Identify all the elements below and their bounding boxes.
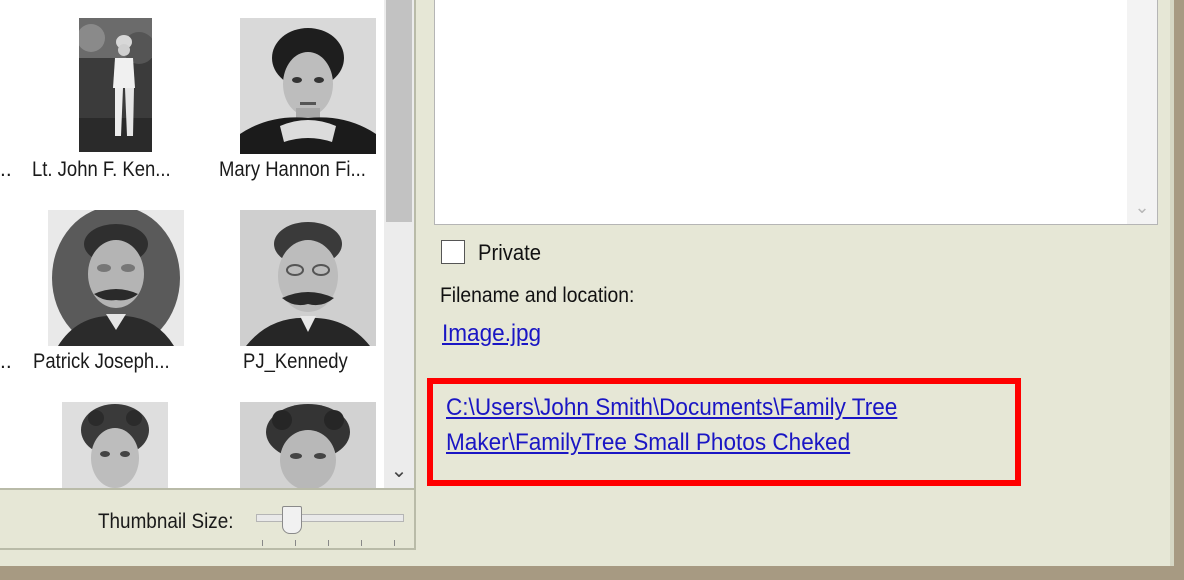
filename-location-label: Filename and location: [440,284,635,307]
photo-thumbnail [240,18,376,154]
slider-tick [394,540,395,546]
filename-link[interactable]: Image.jpg [442,320,541,348]
truncated-label: .. [0,350,12,373]
photo-thumbnail [79,18,152,152]
thumbnail-label: Patrick Joseph... [33,350,170,373]
file-path-link-line1[interactable]: C:\Users\John Smith\Documents\Family Tre… [446,394,897,422]
notes-textarea[interactable]: ⌄ [434,0,1158,225]
thumbnail-label: Mary Hannon Fi... [219,158,366,181]
window-frame-right [1174,0,1184,580]
slider-tick [262,540,263,546]
thumbnail-label: Lt. John F. Ken... [32,158,171,181]
thumbnail-scrollbar[interactable]: ⌄ [384,0,414,488]
thumbnail-size-slider[interactable] [256,514,404,522]
private-checkbox[interactable] [441,240,465,264]
photo-thumbnail [62,402,168,488]
slider-handle[interactable] [281,506,302,534]
file-path-link-line2[interactable]: Maker\FamilyTree Small Photos Cheked [446,429,850,457]
notes-scrollbar[interactable]: ⌄ [1127,0,1157,224]
divider [0,488,414,490]
slider-tick [295,540,296,546]
thumbnail-size-label: Thumbnail Size: [98,510,234,533]
scrollbar-thumb[interactable] [386,0,412,222]
window-frame-bottom [0,566,1184,580]
chevron-down-icon[interactable]: ⌄ [1127,197,1157,218]
thumbnail-list: .. .. Lt. John F. Ken... Mary Hannon Fi.… [0,0,384,488]
truncated-label: .. [0,158,12,181]
photo-thumbnail [240,402,376,488]
slider-tick [328,540,329,546]
photo-thumbnail [48,210,184,346]
photo-thumbnail [240,210,376,346]
thumbnail-label: PJ_Kennedy [243,350,348,373]
private-label: Private [478,240,542,265]
thumbnail-pane: .. .. Lt. John F. Ken... Mary Hannon Fi.… [0,0,416,550]
chevron-down-icon[interactable]: ⌄ [384,454,414,488]
slider-tick [361,540,362,546]
